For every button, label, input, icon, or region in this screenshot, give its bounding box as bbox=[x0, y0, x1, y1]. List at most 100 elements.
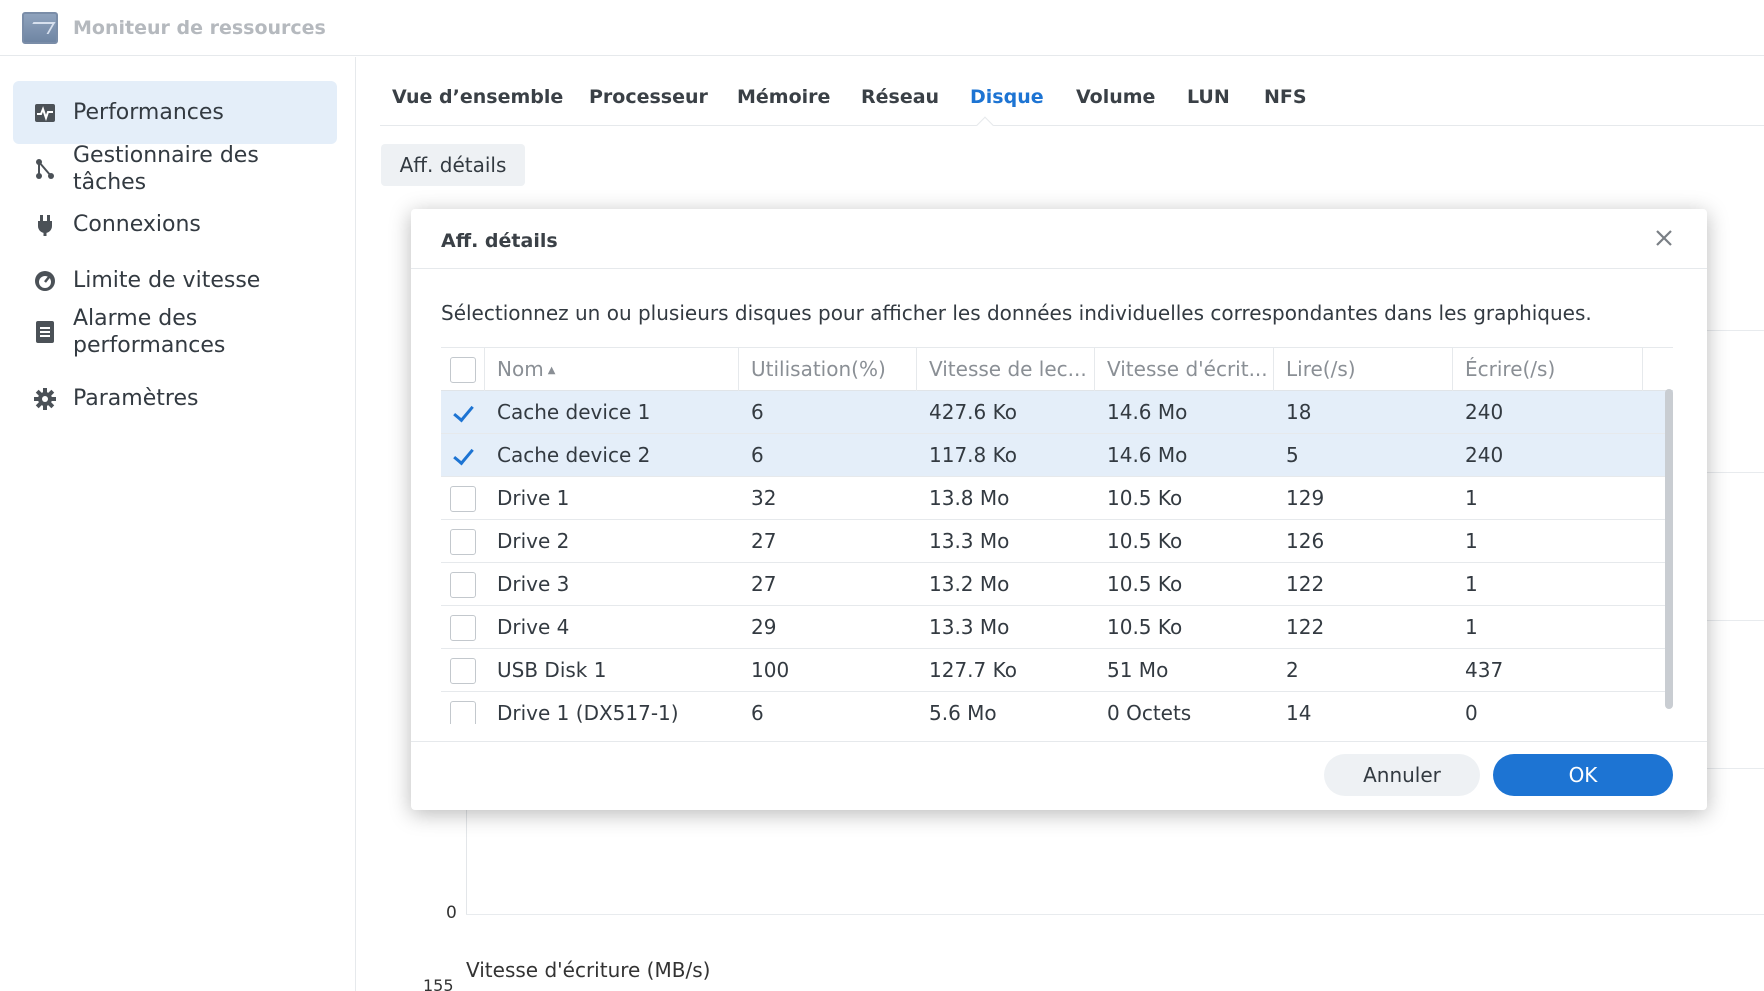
tab-lun[interactable]: LUN bbox=[1187, 86, 1230, 108]
cell-writes: 1 bbox=[1465, 615, 1478, 639]
cell-reads: 129 bbox=[1286, 486, 1325, 510]
title-bar: Moniteur de ressources bbox=[0, 0, 1764, 56]
performance-icon bbox=[33, 101, 57, 125]
cell-util: 6 bbox=[751, 701, 764, 724]
dialog-description: Sélectionnez un ou plusieurs disques pou… bbox=[441, 301, 1592, 325]
sidebar-item-settings[interactable]: Paramètres bbox=[13, 367, 337, 430]
column-header-label: Nom bbox=[497, 357, 544, 381]
header-select-all-cell bbox=[441, 348, 485, 391]
cell-name: Drive 1 bbox=[497, 486, 570, 510]
cell-read-speed: 5.6 Mo bbox=[929, 701, 997, 724]
cell-write-speed: 10.5 Ko bbox=[1107, 572, 1183, 596]
cell-write-speed: 14.6 Mo bbox=[1107, 443, 1188, 467]
column-header-utilization[interactable]: Utilisation(%) bbox=[739, 348, 917, 391]
cell-name: Cache device 2 bbox=[497, 443, 651, 467]
show-details-button[interactable]: Aff. détails bbox=[381, 144, 525, 186]
row-checkbox[interactable] bbox=[450, 615, 476, 641]
table-row[interactable]: Drive 2 27 13.3 Mo 10.5 Ko 126 1 bbox=[441, 520, 1673, 563]
cell-write-speed: 51 Mo bbox=[1107, 658, 1169, 682]
table-header: Nom ▲ Utilisation(%) Vitesse de lec... Vi… bbox=[441, 348, 1673, 391]
plug-icon bbox=[33, 213, 57, 237]
row-checkbox[interactable] bbox=[450, 529, 476, 555]
table-row[interactable]: Drive 3 27 13.2 Mo 10.5 Ko 122 1 bbox=[441, 563, 1673, 606]
table-row[interactable]: Drive 1 32 13.8 Mo 10.5 Ko 129 1 bbox=[441, 477, 1673, 520]
ok-button[interactable]: OK bbox=[1493, 754, 1673, 796]
row-checkbox[interactable] bbox=[450, 658, 476, 684]
cell-writes: 1 bbox=[1465, 486, 1478, 510]
write-speed-chart-title: Vitesse d'écriture (MB/s) bbox=[466, 958, 711, 982]
column-header-name[interactable]: Nom ▲ bbox=[485, 348, 739, 391]
cell-read-speed: 13.8 Mo bbox=[929, 486, 1010, 510]
cell-reads: 122 bbox=[1286, 572, 1325, 596]
cell-name: Drive 1 (DX517-1) bbox=[497, 701, 679, 724]
speedometer-icon bbox=[33, 269, 57, 293]
sidebar: Performances Gestionnaire des tâches Con… bbox=[0, 57, 356, 991]
table-row[interactable]: Cache device 1 6 427.6 Ko 14.6 Mo 18 240 bbox=[441, 391, 1673, 434]
cell-reads: 14 bbox=[1286, 701, 1312, 724]
cell-util: 27 bbox=[751, 529, 777, 553]
tab-disk[interactable]: Disque bbox=[970, 86, 1044, 108]
cell-read-speed: 13.2 Mo bbox=[929, 572, 1010, 596]
tab-nfs[interactable]: NFS bbox=[1264, 86, 1307, 108]
table-row[interactable]: Cache device 2 6 117.8 Ko 14.6 Mo 5 240 bbox=[441, 434, 1673, 477]
details-dialog: Aff. détails Sélectionnez un ou plusieur… bbox=[411, 209, 1707, 810]
sidebar-item-label: Paramètres bbox=[73, 386, 199, 411]
cell-writes: 437 bbox=[1465, 658, 1504, 682]
close-icon[interactable] bbox=[1651, 225, 1677, 251]
cell-reads: 2 bbox=[1286, 658, 1299, 682]
sort-ascending-icon: ▲ bbox=[547, 365, 556, 376]
tab-processor[interactable]: Processeur bbox=[589, 86, 708, 108]
cell-reads: 126 bbox=[1286, 529, 1325, 553]
cell-writes: 0 bbox=[1465, 701, 1478, 724]
sidebar-item-connections[interactable]: Connexions bbox=[13, 193, 337, 256]
cell-name: USB Disk 1 bbox=[497, 658, 607, 682]
cell-writes: 240 bbox=[1465, 400, 1504, 424]
row-checkbox[interactable] bbox=[450, 572, 476, 598]
cell-name: Cache device 1 bbox=[497, 400, 651, 424]
cell-write-speed: 10.5 Ko bbox=[1107, 615, 1183, 639]
cancel-button[interactable]: Annuler bbox=[1324, 754, 1480, 796]
document-icon bbox=[33, 320, 57, 344]
cell-util: 6 bbox=[751, 443, 764, 467]
table-scrollbar[interactable] bbox=[1665, 389, 1673, 709]
cell-writes: 240 bbox=[1465, 443, 1504, 467]
cell-read-speed: 13.3 Mo bbox=[929, 529, 1010, 553]
row-checkbox[interactable] bbox=[450, 486, 476, 512]
cell-read-speed: 13.3 Mo bbox=[929, 615, 1010, 639]
cell-write-speed: 14.6 Mo bbox=[1107, 400, 1188, 424]
cell-reads: 122 bbox=[1286, 615, 1325, 639]
tab-volume[interactable]: Volume bbox=[1076, 86, 1155, 108]
cell-write-speed: 10.5 Ko bbox=[1107, 529, 1183, 553]
cell-write-speed: 10.5 Ko bbox=[1107, 486, 1183, 510]
column-header-reads[interactable]: Lire(/s) bbox=[1274, 348, 1453, 391]
sidebar-item-label: Limite de vitesse bbox=[73, 268, 261, 293]
row-checkbox[interactable] bbox=[450, 400, 476, 426]
cell-read-speed: 117.8 Ko bbox=[929, 443, 1017, 467]
sidebar-item-label: Connexions bbox=[73, 212, 201, 237]
chart-axis-zero-label: 0 bbox=[446, 903, 457, 923]
row-checkbox[interactable] bbox=[450, 443, 476, 469]
sidebar-item-performance-alarm[interactable]: Alarme des performances bbox=[13, 293, 337, 371]
tab-overview[interactable]: Vue d’ensemble bbox=[392, 86, 563, 108]
column-header-write-speed[interactable]: Vitesse d'écrit... bbox=[1095, 348, 1274, 391]
column-header-read-speed[interactable]: Vitesse de lec... bbox=[917, 348, 1095, 391]
column-header-writes[interactable]: Écrire(/s) bbox=[1453, 348, 1643, 391]
table-row[interactable]: Drive 4 29 13.3 Mo 10.5 Ko 122 1 bbox=[441, 606, 1673, 649]
select-all-checkbox[interactable] bbox=[450, 357, 476, 383]
cell-name: Drive 3 bbox=[497, 572, 570, 596]
sidebar-item-performances[interactable]: Performances bbox=[13, 81, 337, 144]
table-row[interactable]: Drive 1 (DX517-1) 6 5.6 Mo 0 Octets 14 0 bbox=[441, 692, 1673, 724]
tab-network[interactable]: Réseau bbox=[861, 86, 939, 108]
disk-table: Nom ▲ Utilisation(%) Vitesse de lec... Vi… bbox=[441, 347, 1673, 724]
sidebar-item-task-manager[interactable]: Gestionnaire des tâches bbox=[13, 137, 337, 200]
active-tab-indicator bbox=[976, 116, 994, 134]
cell-util: 6 bbox=[751, 400, 764, 424]
table-row[interactable]: USB Disk 1 100 127.7 Ko 51 Mo 2 437 bbox=[441, 649, 1673, 692]
cell-util: 27 bbox=[751, 572, 777, 596]
cell-read-speed: 127.7 Ko bbox=[929, 658, 1017, 682]
row-checkbox[interactable] bbox=[450, 701, 476, 724]
tab-bar: Vue d’ensemble Processeur Mémoire Réseau… bbox=[380, 76, 1764, 134]
tab-memory[interactable]: Mémoire bbox=[737, 86, 830, 108]
cell-reads: 18 bbox=[1286, 400, 1312, 424]
cell-name: Drive 4 bbox=[497, 615, 570, 639]
